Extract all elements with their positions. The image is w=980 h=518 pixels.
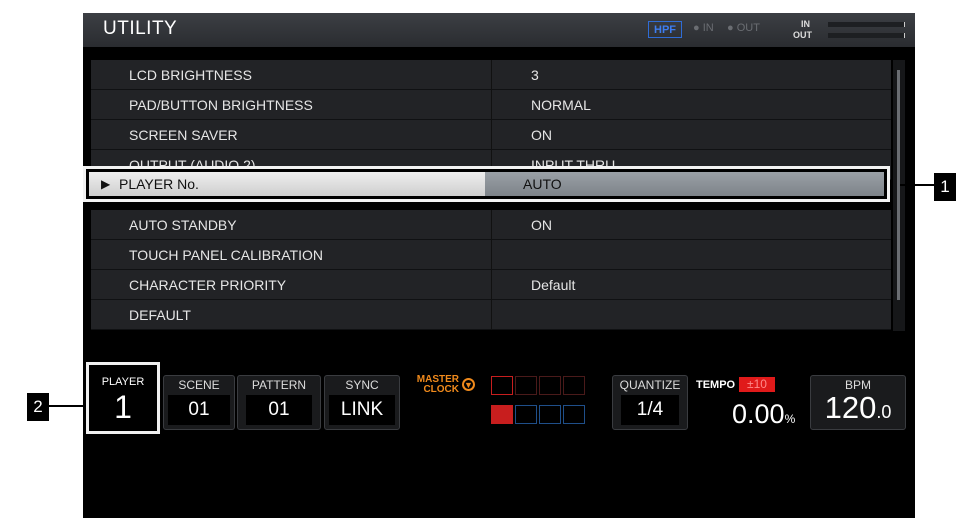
tempo-unit: %: [784, 412, 796, 426]
sync-label: SYNC: [345, 378, 379, 392]
pad-top-3: [539, 376, 561, 395]
meter-in-label: IN: [801, 19, 810, 29]
scene-label: SCENE: [178, 378, 220, 392]
menu-row-screen-saver[interactable]: SCREEN SAVER ON: [91, 120, 891, 150]
play-arrow-icon: ▶: [101, 177, 111, 191]
callout-2-line: [49, 405, 86, 407]
pattern-value: 01: [246, 395, 312, 425]
mic-out-indicator: ● OUT: [727, 22, 760, 34]
player-number: 1: [114, 389, 132, 425]
tempo-readout: 0.00%: [732, 399, 795, 430]
menu-row-default[interactable]: DEFAULT: [91, 300, 891, 330]
column-divider: [491, 240, 492, 270]
bpm-value: 120: [824, 390, 877, 425]
menu-row-label: SCREEN SAVER: [129, 127, 238, 143]
menu-row-value: 3: [531, 67, 539, 83]
master-clock-icon: ▼: [462, 378, 475, 391]
quantize-value: 1/4: [621, 395, 679, 425]
input-level-meter: [828, 22, 905, 27]
pad-bottom-4: [563, 405, 585, 424]
menu-row-label: PAD/BUTTON BRIGHTNESS: [129, 97, 313, 113]
column-divider: [491, 90, 492, 120]
column-divider: [491, 60, 492, 90]
player-label: PLAYER: [101, 376, 145, 388]
pattern-label: PATTERN: [251, 378, 307, 392]
quantize-label: QUANTIZE: [619, 378, 681, 392]
selected-row-label: PLAYER No.: [119, 176, 199, 192]
menu-row-value: ON: [531, 127, 552, 143]
sync-box: SYNC LINK: [324, 375, 400, 430]
pattern-box: PATTERN 01: [237, 375, 321, 430]
bpm-decimal: .0: [876, 402, 892, 422]
device-screen: UTILITY HPF ● IN ● OUT IN OUT LCD BRIGHT…: [83, 13, 915, 518]
pad-bottom-1: [491, 405, 513, 424]
hpf-indicator: HPF: [648, 21, 682, 38]
meter-out-label: OUT: [793, 30, 812, 40]
selected-menu-row-player-no[interactable]: ▶ PLAYER No. AUTO: [83, 166, 890, 202]
menu-row-lcd-brightness[interactable]: LCD BRIGHTNESS 3: [91, 60, 891, 90]
in-label: IN: [702, 22, 714, 34]
microphone-icon: ●: [727, 22, 734, 34]
pad-top-1: [491, 376, 513, 395]
selected-row-value-cell[interactable]: AUTO: [485, 172, 884, 196]
scene-value: 01: [168, 395, 230, 425]
clock-label: CLOCK: [423, 384, 459, 395]
selected-row-label-cell: ▶ PLAYER No.: [89, 172, 485, 196]
sync-value: LINK: [329, 395, 395, 425]
callout-1-line: [900, 184, 934, 186]
selected-row-value: AUTO: [523, 176, 562, 192]
player-number-box: PLAYER 1: [86, 362, 160, 434]
callout-1: 1: [934, 173, 956, 201]
output-level-meter: [828, 33, 905, 38]
page-title: UTILITY: [103, 18, 178, 39]
quantize-box: QUANTIZE 1/4: [612, 375, 688, 430]
menu-row-label: AUTO STANDBY: [129, 217, 237, 233]
menu-row-value: NORMAL: [531, 97, 591, 113]
pad-bottom-2: [515, 405, 537, 424]
tempo-range-badge: ±10: [739, 377, 775, 392]
pad-top-4: [563, 376, 585, 395]
scene-box: SCENE 01: [163, 375, 235, 430]
column-divider: [491, 120, 492, 150]
menu-row-label: DEFAULT: [129, 307, 191, 323]
menu-scrollbar[interactable]: [893, 60, 905, 331]
menu-row-pad-button-brightness[interactable]: PAD/BUTTON BRIGHTNESS NORMAL: [91, 90, 891, 120]
menu-row-touch-panel-calibration[interactable]: TOUCH PANEL CALIBRATION: [91, 240, 891, 270]
menu-row-label: CHARACTER PRIORITY: [129, 277, 287, 293]
mic-in-indicator: ● IN: [693, 22, 714, 34]
bpm-box: BPM 120.0: [810, 375, 906, 430]
pad-top-2: [515, 376, 537, 395]
bpm-readout: 120.0: [811, 390, 905, 426]
menu-row-value: ON: [531, 217, 552, 233]
menu-row-label: TOUCH PANEL CALIBRATION: [129, 247, 323, 263]
callout-2: 2: [27, 393, 49, 421]
menu-row-label: LCD BRIGHTNESS: [129, 67, 252, 83]
column-divider: [491, 210, 492, 240]
menu-row-character-priority[interactable]: CHARACTER PRIORITY Default: [91, 270, 891, 300]
column-divider: [491, 300, 492, 330]
column-divider: [491, 270, 492, 300]
tempo-value: 0.00: [732, 399, 785, 429]
title-bar: UTILITY HPF ● IN ● OUT IN OUT: [83, 13, 915, 47]
pad-bottom-3: [539, 405, 561, 424]
microphone-icon: ●: [693, 22, 700, 34]
master-clock-label: MASTER CLOCK: [411, 375, 459, 395]
out-label: OUT: [736, 22, 760, 34]
tempo-label: TEMPO: [696, 379, 736, 391]
menu-row-value: Default: [531, 277, 576, 293]
menu-row-auto-standby[interactable]: AUTO STANDBY ON: [91, 210, 891, 240]
